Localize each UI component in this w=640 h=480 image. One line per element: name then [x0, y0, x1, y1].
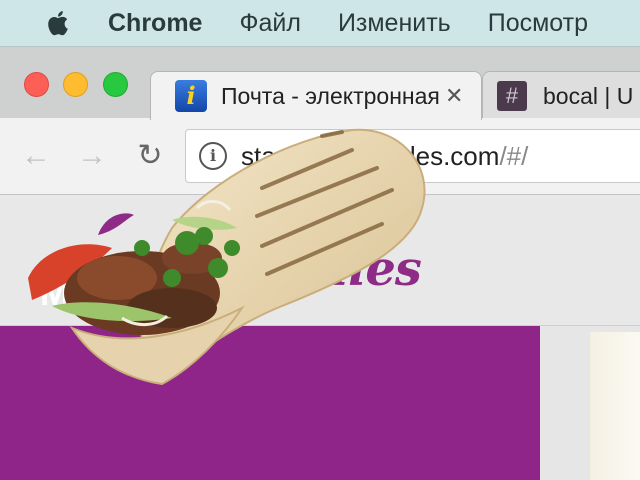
url-path: /#/: [499, 140, 529, 171]
shawarma-wrap-image: [28, 128, 426, 386]
tab-mail[interactable]: i Почта - электронная ✕: [150, 71, 482, 120]
tab-strip: i Почта - электронная ✕ # bocal | U: [0, 46, 640, 120]
zoom-window-button[interactable]: [103, 72, 128, 97]
minimize-window-button[interactable]: [63, 72, 88, 97]
hash-favicon-icon: #: [497, 81, 527, 111]
menu-app-chrome[interactable]: Chrome: [108, 9, 202, 38]
menu-edit[interactable]: Изменить: [338, 9, 451, 38]
menu-view[interactable]: Посмотр: [488, 9, 588, 38]
close-icon[interactable]: ✕: [445, 83, 463, 109]
info-favicon-icon: i: [175, 80, 207, 112]
tab-title: bocal | U: [543, 82, 634, 109]
menu-file[interactable]: Файл: [239, 9, 300, 38]
apple-icon[interactable]: [44, 9, 70, 37]
menu-bar: Chrome Файл Изменить Посмотр: [0, 0, 640, 46]
tab-bocal[interactable]: # bocal | U: [482, 71, 640, 120]
close-window-button[interactable]: [24, 72, 49, 97]
tab-title: Почта - электронная: [221, 82, 439, 109]
side-card: [590, 332, 640, 480]
